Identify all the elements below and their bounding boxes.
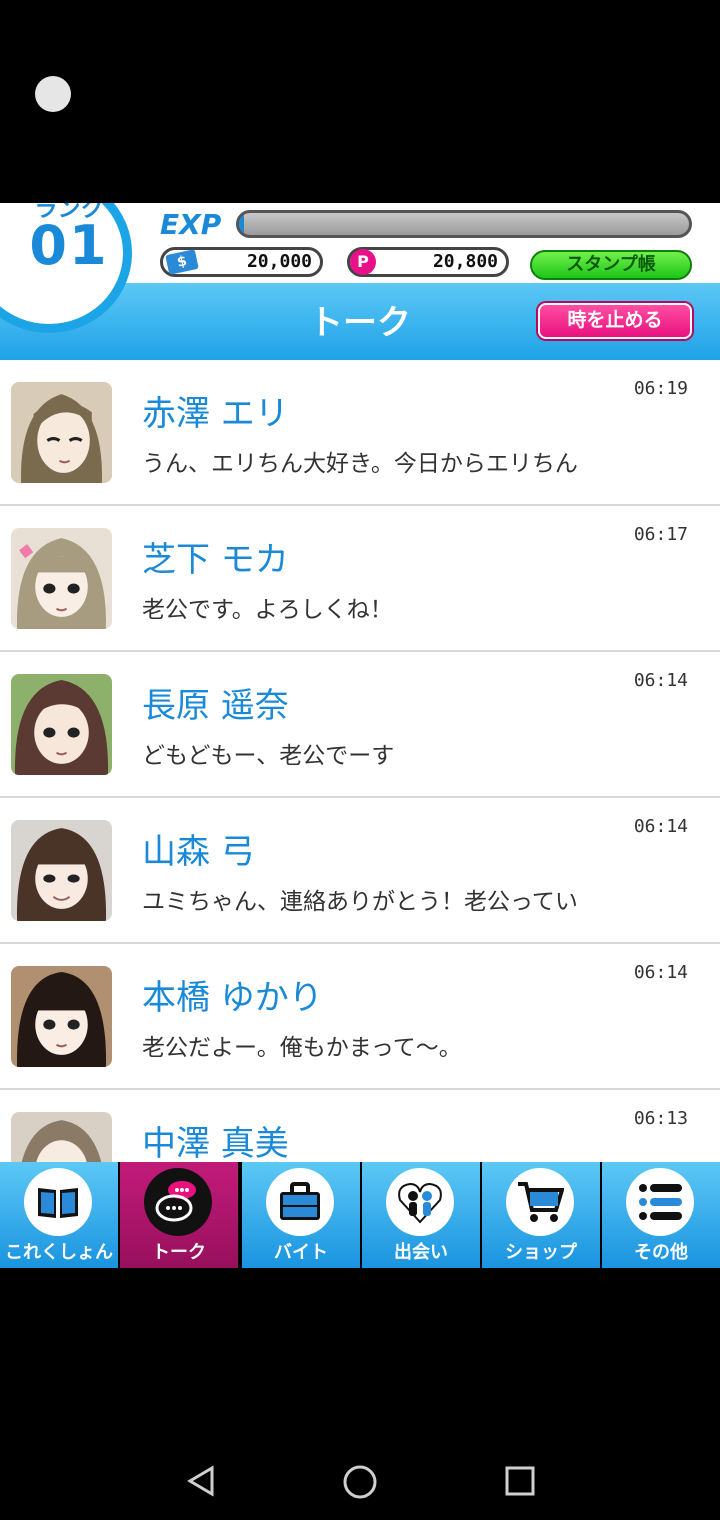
menu-list-icon <box>626 1168 694 1236</box>
avatar <box>11 966 112 1067</box>
nav-label: トーク <box>152 1242 206 1263</box>
talk-name: 長原 遥奈 <box>142 686 289 726</box>
talk-message: 老公だよー。俺もかまって〜。 <box>142 1035 462 1061</box>
nav-tab-job[interactable]: バイト <box>242 1162 360 1268</box>
points-value: 20,800 <box>432 251 498 272</box>
recents-icon[interactable] <box>504 1465 536 1497</box>
talk-name: 山森 弓 <box>142 832 255 872</box>
exp-progress-bar <box>236 210 692 238</box>
talk-item[interactable]: 長原 遥奈 どもどもー、老公でーす 06:14 <box>0 652 720 798</box>
chat-icon <box>144 1168 212 1236</box>
nav-tab-shop[interactable]: ショップ <box>482 1162 600 1268</box>
avatar <box>11 1112 112 1162</box>
talk-time: 06:14 <box>633 962 688 983</box>
talk-time: 06:17 <box>633 524 688 545</box>
talk-message: 老公です。よろしくね！ <box>142 597 393 623</box>
talk-message: どもどもー、老公でーす <box>142 743 395 769</box>
talk-time: 06:14 <box>633 670 688 691</box>
avatar <box>11 382 112 483</box>
nav-label: ショップ <box>505 1242 577 1263</box>
money-counter: $ 20,000 <box>160 247 323 277</box>
status-indicator <box>35 76 71 112</box>
talk-name: 芝下 モカ <box>142 540 289 580</box>
talk-message: うん、エリちん大好き。今日からエリちん <box>142 451 578 477</box>
back-icon[interactable] <box>184 1464 218 1498</box>
nav-label: バイト <box>274 1242 328 1263</box>
talk-item[interactable]: 赤澤 エリ うん、エリちん大好き。今日からエリちん 06:19 <box>0 360 720 506</box>
couple-heart-icon <box>386 1168 454 1236</box>
talk-item[interactable]: 芝下 モカ 老公です。よろしくね！ 06:17 <box>0 506 720 652</box>
money-value: 20,000 <box>246 251 312 272</box>
stamp-book-button[interactable]: スタンプ帳 <box>530 250 692 280</box>
talk-item[interactable]: 本橋 ゆかり 老公だよー。俺もかまって〜。 06:14 <box>0 944 720 1090</box>
talk-name: 赤澤 エリ <box>142 394 289 434</box>
avatar <box>11 820 112 921</box>
avatar <box>11 674 112 775</box>
system-nav-bar <box>0 1268 720 1520</box>
nav-label: 出会い <box>394 1242 448 1263</box>
points-counter: P 20,800 <box>347 247 509 277</box>
talk-time: 06:14 <box>633 816 688 837</box>
talk-time: 06:13 <box>633 1108 688 1129</box>
talk-item[interactable]: 中澤 真美 06:13 <box>0 1090 720 1162</box>
talk-message: ユミちゃん、連絡ありがとう！老公ってい <box>142 889 578 915</box>
nav-tab-talk[interactable]: トーク <box>120 1162 238 1268</box>
talk-name: 中澤 真美 <box>142 1124 289 1162</box>
avatar <box>11 528 112 629</box>
money-icon: $ <box>165 249 199 275</box>
nav-label: これくしょん <box>5 1242 113 1263</box>
points-icon: P <box>350 249 376 275</box>
nav-tab-meet[interactable]: 出会い <box>362 1162 480 1268</box>
bottom-nav: これくしょん トーク バイト 出会い ショップ その他 <box>0 1162 720 1268</box>
talk-item[interactable]: 山森 弓 ユミちゃん、連絡ありがとう！老公ってい 06:14 <box>0 798 720 944</box>
talk-name: 本橋 ゆかり <box>142 978 323 1018</box>
book-icon <box>24 1168 92 1236</box>
nav-tab-collection[interactable]: これくしょん <box>0 1162 118 1268</box>
briefcase-icon <box>266 1168 334 1236</box>
exp-progress-fill <box>239 213 244 235</box>
talk-list: 赤澤 エリ うん、エリちん大好き。今日からエリちん 06:19 芝下 モカ 老公… <box>0 360 720 1162</box>
rank-value: 01 <box>29 214 109 277</box>
nav-label: その他 <box>634 1242 688 1263</box>
exp-label: EXP <box>160 208 222 241</box>
header: ランク 01 EXP $ 20,000 P 20,800 スタンプ帳 トーク 時… <box>0 203 720 360</box>
talk-time: 06:19 <box>633 378 688 399</box>
home-icon[interactable] <box>342 1464 378 1500</box>
nav-tab-other[interactable]: その他 <box>602 1162 720 1268</box>
cart-icon <box>506 1168 574 1236</box>
stop-time-button[interactable]: 時を止める <box>538 303 692 339</box>
